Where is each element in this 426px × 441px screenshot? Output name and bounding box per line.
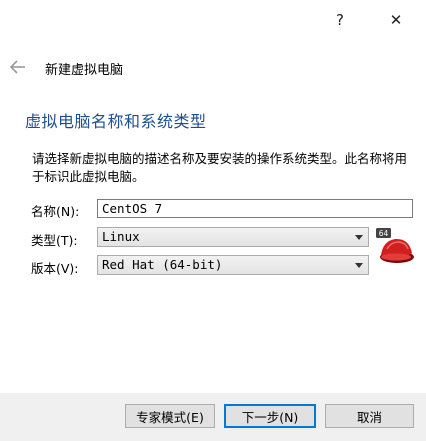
close-button[interactable]: ✕ — [381, 8, 411, 32]
redhat-logo-icon: 64 — [376, 228, 414, 263]
next-button[interactable]: 下一步(N) — [224, 404, 316, 428]
help-icon: ? — [336, 11, 344, 29]
wizard-header: 新建虚拟电脑 — [0, 56, 426, 80]
os-bitness-badge: 64 — [379, 229, 389, 238]
version-select[interactable]: Red Hat (64-bit) — [97, 255, 369, 275]
name-label: 名称(N): — [31, 204, 80, 219]
close-icon: ✕ — [389, 11, 403, 29]
type-select[interactable]: Linux — [97, 227, 369, 247]
back-arrow-icon[interactable] — [8, 56, 28, 78]
chevron-down-icon — [355, 263, 363, 268]
version-select-value: Red Hat (64-bit) — [102, 257, 223, 272]
version-label: 版本(V): — [31, 261, 79, 276]
type-select-value: Linux — [102, 229, 140, 244]
help-button[interactable]: ? — [325, 8, 355, 32]
expert-mode-button[interactable]: 专家模式(E) — [125, 404, 215, 428]
page-title: 虚拟电脑名称和系统类型 — [25, 112, 207, 131]
wizard-title: 新建虚拟电脑 — [45, 63, 124, 78]
title-bar: ? ✕ — [0, 0, 426, 40]
chevron-down-icon — [355, 235, 363, 240]
name-field[interactable]: CentOS 7 — [97, 199, 413, 218]
type-label: 类型(T): — [31, 233, 78, 248]
page-description: 请选择新虚拟电脑的描述名称及要安装的操作系统类型。此名称将用于标识此虚拟电脑。 — [32, 151, 408, 184]
cancel-button[interactable]: 取消 — [325, 404, 414, 428]
